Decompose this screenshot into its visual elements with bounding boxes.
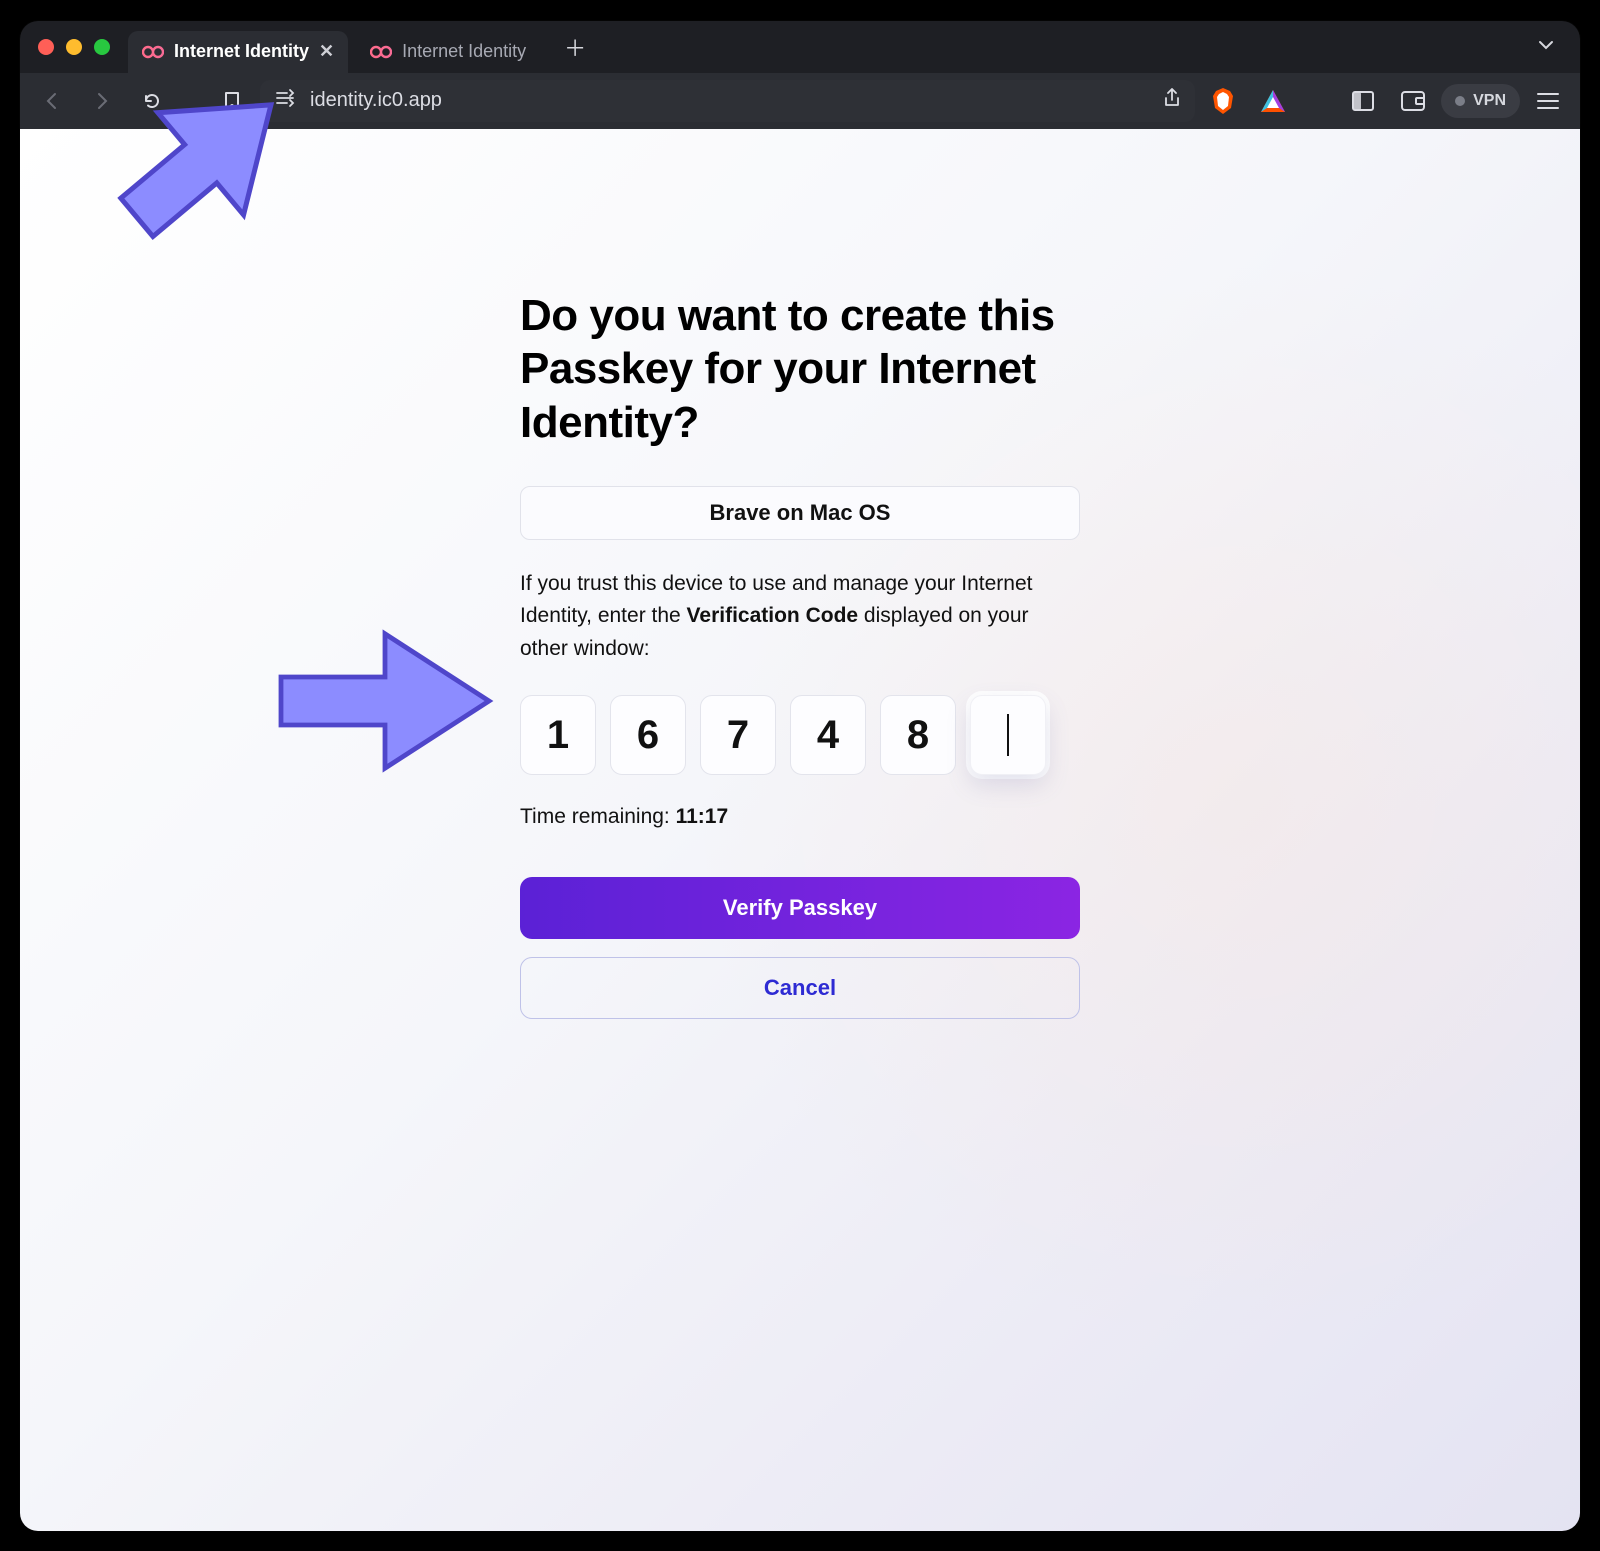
- text-caret: [1007, 714, 1009, 756]
- code-digit-3[interactable]: 7: [700, 695, 776, 775]
- timer-label: Time remaining:: [520, 805, 676, 828]
- window-close-button[interactable]: [38, 39, 54, 55]
- new-tab-button[interactable]: ＋: [558, 30, 592, 64]
- address-bar[interactable]: identity.ic0.app: [260, 80, 1195, 122]
- vpn-label: VPN: [1473, 92, 1506, 110]
- tab-inactive[interactable]: Internet Identity: [356, 31, 540, 73]
- instruction-strong: Verification Code: [687, 604, 859, 627]
- tab-close-icon[interactable]: ✕: [319, 41, 334, 62]
- code-digit-6[interactable]: [970, 695, 1046, 775]
- annotation-arrow-icon: [270, 621, 500, 781]
- window-zoom-button[interactable]: [94, 39, 110, 55]
- window-controls: [20, 39, 128, 55]
- timer-value: 11:17: [676, 805, 729, 828]
- code-digit-1[interactable]: 1: [520, 695, 596, 775]
- nav-back-button[interactable]: [30, 81, 74, 121]
- brave-shields-icon[interactable]: [1201, 81, 1245, 121]
- verify-passkey-button[interactable]: Verify Passkey: [520, 877, 1080, 939]
- instruction-text: If you trust this device to use and mana…: [520, 568, 1080, 666]
- verification-code-row: 1 6 7 4 8: [520, 695, 1080, 775]
- share-icon[interactable]: [1163, 88, 1181, 114]
- code-digit-4[interactable]: 4: [790, 695, 866, 775]
- url-text: identity.ic0.app: [310, 89, 1149, 112]
- device-label: Brave on Mac OS: [520, 486, 1080, 540]
- browser-window: Internet Identity ✕ Internet Identity ＋: [20, 21, 1580, 1531]
- timer-row: Time remaining: 11:17: [520, 805, 1080, 829]
- window-minimize-button[interactable]: [66, 39, 82, 55]
- brave-rewards-icon[interactable]: [1251, 81, 1295, 121]
- page-content: Do you want to create this Passkey for y…: [20, 129, 1580, 1531]
- vpn-button[interactable]: VPN: [1441, 84, 1520, 118]
- tab-title: Internet Identity: [402, 41, 526, 62]
- cancel-button[interactable]: Cancel: [520, 957, 1080, 1019]
- app-menu-button[interactable]: [1526, 81, 1570, 121]
- tabs-overflow-button[interactable]: [1530, 34, 1562, 59]
- vpn-status-dot: [1455, 96, 1465, 106]
- code-digit-2[interactable]: 6: [610, 695, 686, 775]
- page-heading: Do you want to create this Passkey for y…: [520, 289, 1080, 450]
- code-digit-5[interactable]: 8: [880, 695, 956, 775]
- infinity-icon: [370, 45, 392, 59]
- wallet-icon[interactable]: [1391, 81, 1435, 121]
- sidebar-toggle-icon[interactable]: [1341, 81, 1385, 121]
- tab-strip: Internet Identity ✕ Internet Identity ＋: [20, 21, 1580, 73]
